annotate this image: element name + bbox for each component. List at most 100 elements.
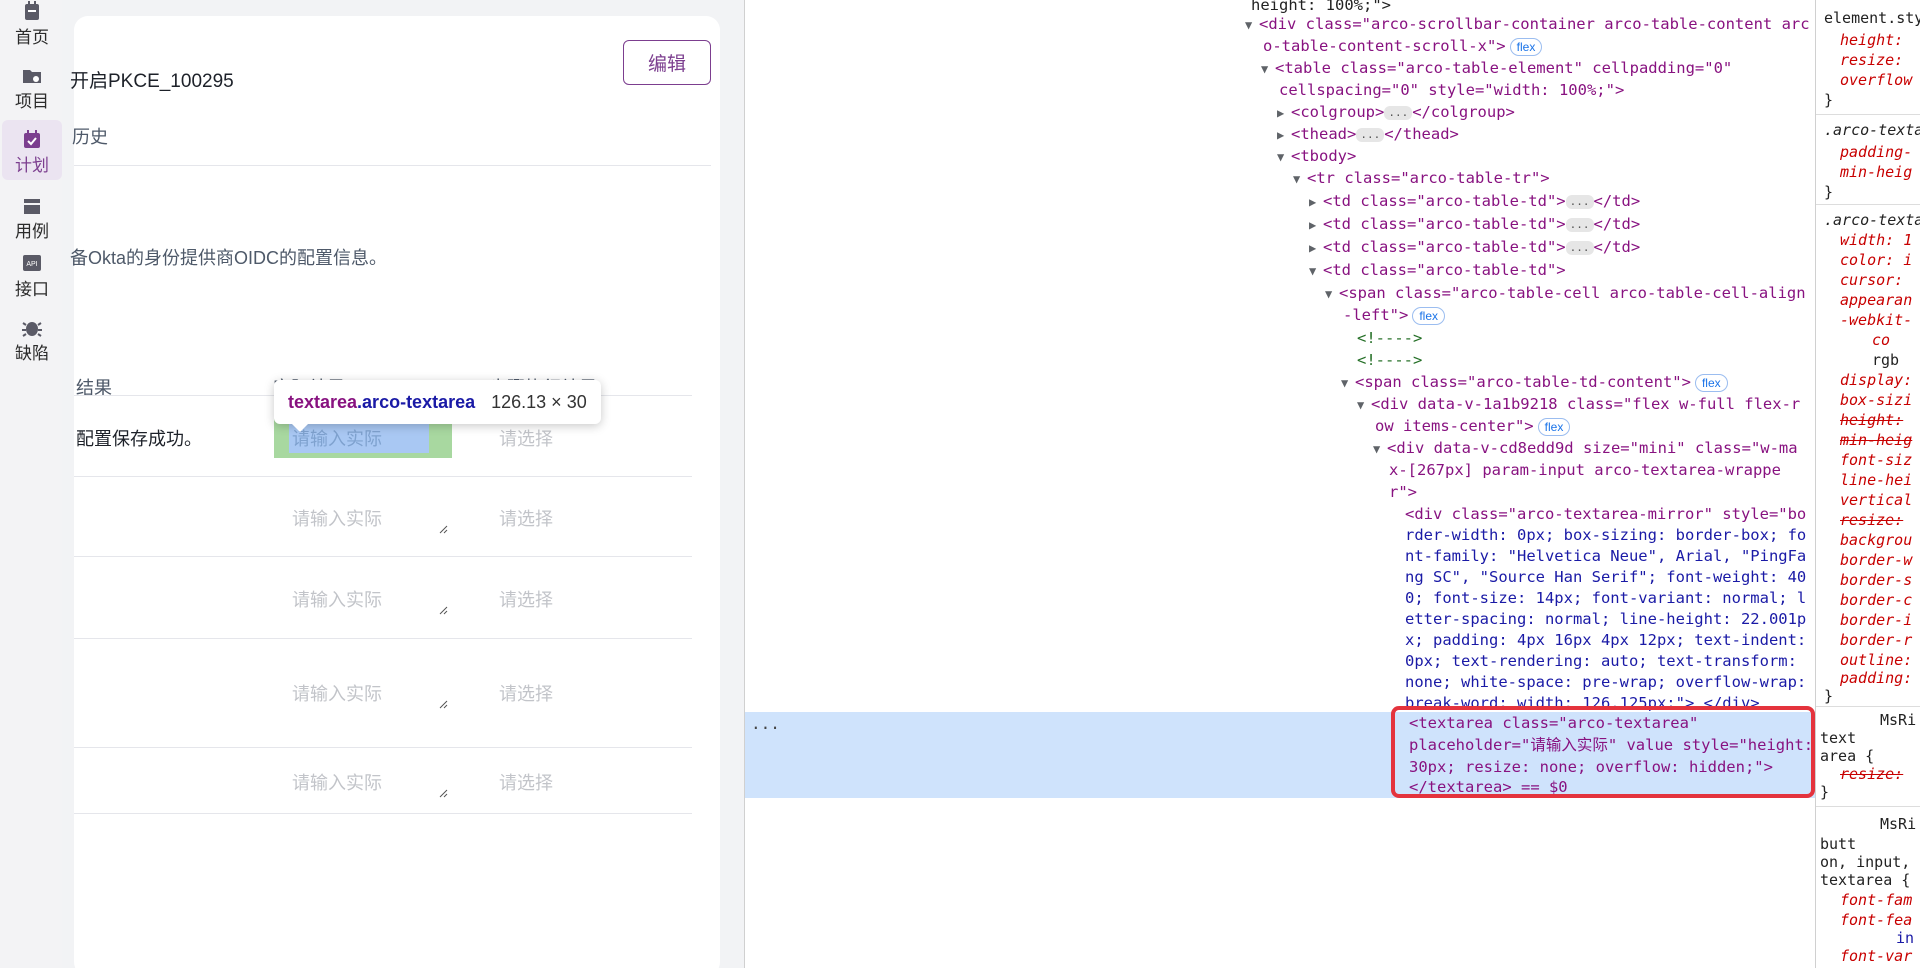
collapse-arrow-icon[interactable]: ▼ xyxy=(1261,58,1275,80)
style-prop[interactable]: appearan xyxy=(1840,290,1912,310)
actual-result-textarea[interactable]: 请输入实际 xyxy=(274,577,452,619)
elements-tree[interactable]: ... height: 100%;"> ▼ <div class="arco-sc… xyxy=(745,0,1815,968)
dom-line[interactable]: ▶ <colgroup>... </colgroup> xyxy=(1277,101,1515,123)
dom-line[interactable]: ▼ <tbody> xyxy=(1277,145,1356,167)
actual-result-textarea[interactable]: 请输入实际 xyxy=(274,671,452,713)
style-prop[interactable]: rgb xyxy=(1872,350,1899,370)
style-prop[interactable]: color: i xyxy=(1840,250,1912,270)
resize-grip-icon[interactable] xyxy=(438,605,448,615)
style-prop[interactable]: border-i xyxy=(1840,610,1912,630)
expand-arrow-icon[interactable]: ▶ xyxy=(1309,191,1323,213)
style-prop[interactable]: display: xyxy=(1840,370,1912,390)
dom-line[interactable]: -left"> flex xyxy=(1343,304,1446,326)
style-prop[interactable]: cursor: xyxy=(1840,270,1903,290)
style-source-link[interactable]: MsRi xyxy=(1880,710,1916,730)
flex-badge[interactable]: flex xyxy=(1509,37,1543,56)
style-prop[interactable]: box-sizi xyxy=(1840,390,1912,410)
dom-line[interactable]: ▼ <tr class="arco-table-tr"> xyxy=(1293,167,1550,189)
collapse-arrow-icon[interactable]: ▼ xyxy=(1325,283,1339,305)
dom-line[interactable]: cellspacing="0" style="width: 100%;"> xyxy=(1279,79,1624,101)
collapse-arrow-icon[interactable]: ▼ xyxy=(1341,372,1355,394)
style-prop[interactable]: font-fea xyxy=(1840,910,1912,930)
dom-line[interactable]: nt-family: "Helvetica Neue", Arial, "Pin… xyxy=(1405,545,1806,567)
step-result-select[interactable]: 请选择 xyxy=(499,505,553,531)
nav-item-project[interactable]: 项目 xyxy=(2,64,62,122)
style-prop[interactable]: resize: xyxy=(1840,510,1903,530)
style-prop[interactable]: border-r xyxy=(1840,630,1912,650)
style-prop[interactable]: width: 1 xyxy=(1840,230,1912,250)
style-prop[interactable]: font-fam xyxy=(1840,890,1912,910)
collapse-arrow-icon[interactable]: ▼ xyxy=(1373,438,1387,460)
step-result-select[interactable]: 请选择 xyxy=(499,680,553,706)
actual-result-textarea[interactable]: 请输入实际 xyxy=(274,760,452,802)
style-prop[interactable]: border-s xyxy=(1840,570,1912,590)
collapse-arrow-icon[interactable]: ▼ xyxy=(1309,260,1323,282)
dom-line[interactable]: ▶ <td class="arco-table-td">... </td> xyxy=(1309,190,1640,212)
resize-grip-icon[interactable] xyxy=(438,788,448,798)
style-prop[interactable]: border-w xyxy=(1840,550,1912,570)
style-prop[interactable]: min-heig xyxy=(1840,162,1912,182)
resize-grip-icon[interactable] xyxy=(438,699,448,709)
nav-item-api[interactable]: API 接口 xyxy=(2,252,62,310)
collapse-arrow-icon[interactable]: ▼ xyxy=(1277,146,1291,168)
step-result-select[interactable]: 请选择 xyxy=(499,425,553,451)
dom-line[interactable]: ▶ <td class="arco-table-td">... </td> xyxy=(1309,213,1640,235)
expand-arrow-icon[interactable]: ▶ xyxy=(1277,124,1291,146)
dom-line[interactable]: ▼ <td class="arco-table-td"> xyxy=(1309,259,1566,281)
style-prop[interactable]: outline: xyxy=(1840,650,1912,670)
ellipsis-badge[interactable]: ... xyxy=(1565,240,1594,255)
dom-line[interactable]: r"> xyxy=(1389,481,1417,503)
nav-item-case[interactable]: 用例 xyxy=(2,194,62,252)
expand-arrow-icon[interactable]: ▶ xyxy=(1309,237,1323,259)
style-prop[interactable]: border-c xyxy=(1840,590,1912,610)
style-source-link[interactable]: MsRi xyxy=(1880,814,1916,834)
style-prop[interactable]: backgrou xyxy=(1840,530,1912,550)
actual-result-textarea[interactable]: 请输入实际 xyxy=(274,496,452,538)
style-prop[interactable]: font-var xyxy=(1840,946,1912,966)
collapse-arrow-icon[interactable]: ▼ xyxy=(1245,14,1259,36)
style-prop[interactable]: overflow xyxy=(1840,70,1912,90)
expand-arrow-icon[interactable]: ▶ xyxy=(1277,102,1291,124)
dom-line[interactable]: ▶ <thead>... </thead> xyxy=(1277,123,1459,145)
style-prop[interactable]: height: xyxy=(1840,410,1903,430)
dom-line[interactable]: none; white-space: pre-wrap; overflow-wr… xyxy=(1405,671,1806,693)
ellipsis-badge[interactable]: ... xyxy=(1565,194,1594,209)
ellipsis-badge[interactable]: ... xyxy=(1384,105,1413,120)
style-prop[interactable]: in xyxy=(1896,928,1914,948)
edit-button[interactable]: 编辑 xyxy=(623,40,711,85)
style-prop[interactable]: resize: xyxy=(1840,764,1903,784)
dom-line[interactable]: ▼ <div data-v-cd8edd9d size="mini" class=… xyxy=(1373,437,1798,459)
dom-line[interactable]: 0; font-size: 14px; font-variant: normal… xyxy=(1405,587,1806,609)
style-prop[interactable]: resize: xyxy=(1840,50,1903,70)
collapse-arrow-icon[interactable]: ▼ xyxy=(1293,168,1307,190)
style-prop[interactable]: padding: xyxy=(1840,668,1912,688)
flex-badge[interactable]: flex xyxy=(1694,373,1728,392)
dom-line[interactable]: ▼ <div data-v-1a1b9218 class="flex w-full… xyxy=(1357,393,1800,415)
ellipsis-badge[interactable]: ... xyxy=(1356,127,1385,142)
dom-line[interactable]: <div class="arco-textarea-mirror" style=… xyxy=(1405,503,1806,525)
flex-badge[interactable]: flex xyxy=(1537,417,1571,436)
expand-arrow-icon[interactable]: ▶ xyxy=(1309,214,1323,236)
dom-line[interactable]: 0px; text-rendering: auto; text-transfor… xyxy=(1405,650,1797,672)
dom-line[interactable]: ▼ <span class="arco-table-td-content"> fle… xyxy=(1341,371,1728,393)
step-result-select[interactable]: 请选择 xyxy=(499,586,553,612)
dom-line[interactable]: ▶ <td class="arco-table-td">... </td> xyxy=(1309,236,1640,258)
dom-line[interactable]: ▼ <div class="arco-scrollbar-container ar… xyxy=(1245,13,1810,35)
tab-history[interactable]: 历史 xyxy=(72,123,108,149)
nav-item-bug[interactable]: 缺陷 xyxy=(2,316,62,374)
more-actions-icon[interactable]: ... xyxy=(751,714,780,733)
style-prop[interactable]: min-heig xyxy=(1840,430,1912,450)
styles-pane[interactable]: element.sty height: resize: overflow } .… xyxy=(1815,0,1920,968)
dom-line[interactable]: rder-width: 0px; box-sizing: border-box;… xyxy=(1405,524,1806,546)
nav-item-plan[interactable]: 计划 xyxy=(2,120,62,180)
dom-line[interactable]: x-[267px] param-input arco-textarea-wrap… xyxy=(1389,459,1781,481)
dom-line[interactable]: ▼ <table class="arco-table-element" cellp… xyxy=(1261,57,1732,79)
nav-item-home[interactable]: 首页 xyxy=(2,0,62,58)
dom-line[interactable]: etter-spacing: normal; line-height: 22.0… xyxy=(1405,608,1806,630)
step-result-select[interactable]: 请选择 xyxy=(499,769,553,795)
dom-line[interactable]: ng SC", "Source Han Serif"; font-weight:… xyxy=(1405,566,1806,588)
dom-line[interactable]: ow items-center"> flex xyxy=(1375,415,1571,437)
resize-grip-icon[interactable] xyxy=(438,524,448,534)
ellipsis-badge[interactable]: ... xyxy=(1565,217,1594,232)
style-prop[interactable]: co xyxy=(1872,330,1890,350)
